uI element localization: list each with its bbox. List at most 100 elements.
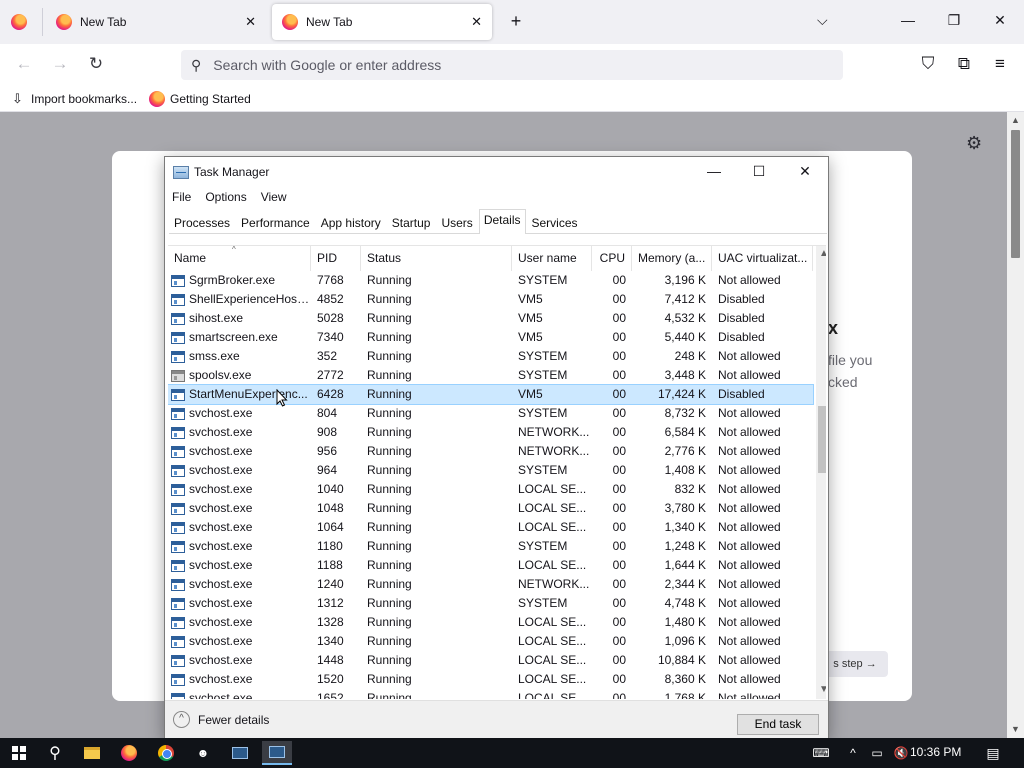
table-row[interactable]: svchost.exe 1188 Running LOCAL SE... 00 1,644… — [168, 556, 813, 575]
close-icon[interactable]: ✕ — [793, 163, 817, 180]
reload-icon[interactable]: ↻ — [85, 54, 107, 74]
table-row[interactable]: svchost.exe 1240 Running NETWORK... 00 2,344 … — [168, 575, 813, 594]
browser-tab-active[interactable]: New Tab ✕ — [272, 4, 492, 40]
table-row[interactable]: svchost.exe 1048 Running LOCAL SE... 00 3,780… — [168, 499, 813, 518]
chevron-down-icon[interactable]: ⌵ — [817, 12, 828, 29]
table-row[interactable]: svchost.exe 964 Running SYSTEM 00 1,408 K Not … — [168, 461, 813, 480]
search-icon[interactable]: ⚲ — [40, 741, 70, 765]
end-task-button[interactable]: End task — [737, 714, 819, 735]
scroll-up-icon[interactable]: ▲ — [1011, 115, 1020, 125]
close-icon[interactable]: ✕ — [471, 14, 482, 30]
column-header-pid[interactable]: PID — [311, 246, 361, 271]
task-manager-titlebar[interactable]: Task Manager — ☐ ✕ — [165, 157, 828, 187]
menu-options[interactable]: Options — [198, 187, 253, 207]
process-name: svchost.exe — [189, 653, 253, 667]
scroll-up-icon[interactable]: ▲ — [819, 248, 826, 259]
table-row[interactable]: svchost.exe 908 Running NETWORK... 00 6,584 K… — [168, 423, 813, 442]
column-header-user[interactable]: User name — [512, 246, 592, 271]
column-header-status[interactable]: Status — [361, 246, 512, 271]
table-row[interactable]: smss.exe 352 Running SYSTEM 00 248 K Not allow… — [168, 347, 813, 366]
table-row[interactable]: svchost.exe 1180 Running SYSTEM 00 1,248 K Not… — [168, 537, 813, 556]
firefox-icon[interactable] — [114, 741, 144, 765]
tab-app-history[interactable]: App history — [316, 211, 386, 233]
gear-icon[interactable]: ⚙ — [966, 133, 982, 154]
table-row[interactable]: svchost.exe 1340 Running LOCAL SE... 00 1,096… — [168, 632, 813, 651]
browser-tab[interactable]: New Tab ✕ — [46, 4, 266, 40]
restore-icon[interactable]: ❐ — [944, 12, 964, 29]
back-arrow-icon[interactable]: ← — [13, 54, 35, 74]
pocket-icon[interactable]: ⛉ — [917, 54, 939, 74]
close-icon[interactable]: ✕ — [990, 12, 1010, 29]
windows-start-icon[interactable] — [4, 741, 34, 765]
table-row[interactable]: svchost.exe 804 Running SYSTEM 00 8,732 K Not … — [168, 404, 813, 423]
column-header-name[interactable]: ^ Name — [168, 246, 311, 271]
tab-details[interactable]: Details — [478, 209, 526, 234]
tab-processes[interactable]: Processes — [169, 211, 235, 233]
table-row[interactable]: svchost.exe 1520 Running LOCAL SE... 00 8,360… — [168, 670, 813, 689]
cell-uac: Not allowed — [718, 425, 781, 439]
table-row[interactable]: spoolsv.exe 2772 Running SYSTEM 00 3,448 K Not… — [168, 366, 813, 385]
minimize-icon[interactable]: — — [702, 163, 726, 179]
keyboard-icon[interactable]: ⌨ — [806, 741, 836, 765]
puzzle-icon[interactable]: ⧉ — [953, 54, 975, 74]
url-bar[interactable]: ⚲ Search with Google or enter address — [181, 50, 843, 80]
bookmark-import[interactable]: ⇩ Import bookmarks... — [12, 91, 137, 106]
scroll-down-icon[interactable]: ▼ — [819, 684, 826, 695]
plus-icon[interactable]: + — [505, 11, 527, 32]
cell-cpu: 00 — [612, 520, 626, 534]
column-header-memory[interactable]: Memory (a... — [632, 246, 712, 271]
table-row[interactable]: svchost.exe 1040 Running LOCAL SE... 00 832 K… — [168, 480, 813, 499]
tab-title: New Tab — [80, 15, 127, 29]
forward-arrow-icon[interactable]: → — [49, 54, 71, 74]
cell-uac: Not allowed — [718, 615, 781, 629]
notification-icon[interactable]: ▤ — [978, 741, 1008, 765]
menu-file[interactable]: File — [165, 187, 198, 207]
next-step-button[interactable]: s step → — [822, 651, 888, 677]
minimize-icon[interactable]: — — [898, 12, 918, 28]
fewer-details-button[interactable]: ^ Fewer details — [173, 711, 269, 728]
hamburger-icon[interactable]: ≡ — [989, 54, 1011, 74]
process-name: svchost.exe — [189, 444, 253, 458]
tool-icon[interactable] — [225, 741, 255, 765]
table-row-selected[interactable]: StartMenuExperienc... 6428 Running VM5 00 17,… — [168, 384, 814, 405]
table-row[interactable]: smartscreen.exe 7340 Running VM5 00 5,440 K Di… — [168, 328, 813, 347]
scrollbar-thumb[interactable] — [1011, 130, 1020, 258]
people-icon[interactable]: ☻ — [188, 741, 218, 765]
process-name: svchost.exe — [189, 672, 253, 686]
tab-startup[interactable]: Startup — [387, 211, 436, 233]
bookmark-getting-started[interactable]: Getting Started — [149, 90, 251, 107]
scrollbar-thumb[interactable] — [818, 406, 826, 473]
table-row[interactable]: svchost.exe 1312 Running SYSTEM 00 4,748 K Not… — [168, 594, 813, 613]
file-explorer-icon[interactable] — [77, 741, 107, 765]
tab-users[interactable]: Users — [436, 211, 477, 233]
menu-view[interactable]: View — [254, 187, 294, 207]
tab-performance[interactable]: Performance — [236, 211, 315, 233]
clock[interactable]: 10:36 PM — [910, 745, 961, 759]
close-icon[interactable]: ✕ — [245, 14, 256, 30]
table-row[interactable]: svchost.exe 1652 Running LOCAL SE... 00 1,768… — [168, 689, 813, 699]
column-header-uac[interactable]: UAC virtualizat... — [712, 246, 813, 271]
chrome-icon[interactable] — [151, 741, 181, 765]
scroll-down-icon[interactable]: ▼ — [1011, 724, 1020, 734]
chevron-up-circle-icon: ^ — [173, 711, 190, 728]
maximize-icon[interactable]: ☐ — [747, 163, 771, 180]
cell-cpu: 00 — [612, 463, 626, 477]
tab-services[interactable]: Services — [527, 211, 583, 233]
table-row[interactable]: svchost.exe 956 Running NETWORK... 00 2,776 K… — [168, 442, 813, 461]
firefox-icon[interactable] — [11, 14, 27, 30]
task-manager-icon[interactable] — [262, 741, 292, 765]
table-row[interactable]: sihost.exe 5028 Running VM5 00 4,532 K Disable… — [168, 309, 813, 328]
cell-name: sihost.exe — [168, 309, 311, 328]
column-header-cpu[interactable]: CPU — [592, 246, 632, 271]
task-manager-footer: ^ Fewer details End task — [165, 700, 828, 738]
table-row[interactable]: svchost.exe 1064 Running LOCAL SE... 00 1,340… — [168, 518, 813, 537]
table-row[interactable]: ShellExperienceHost.... 4852 Running VM5 00 7… — [168, 290, 813, 309]
cell-user: VM5 — [518, 311, 543, 325]
table-row[interactable]: svchost.exe 1448 Running LOCAL SE... 00 10,88… — [168, 651, 813, 670]
table-row[interactable]: svchost.exe 1328 Running LOCAL SE... 00 1,480… — [168, 613, 813, 632]
cell-name: svchost.exe — [168, 499, 311, 518]
page-scrollbar[interactable]: ▲ ▼ — [1007, 112, 1024, 738]
table-row[interactable]: SgrmBroker.exe 7768 Running SYSTEM 00 3,196 K… — [168, 271, 813, 290]
cell-memory: 248 K — [674, 349, 706, 363]
table-scrollbar[interactable]: ▲ ▼ — [816, 246, 826, 699]
